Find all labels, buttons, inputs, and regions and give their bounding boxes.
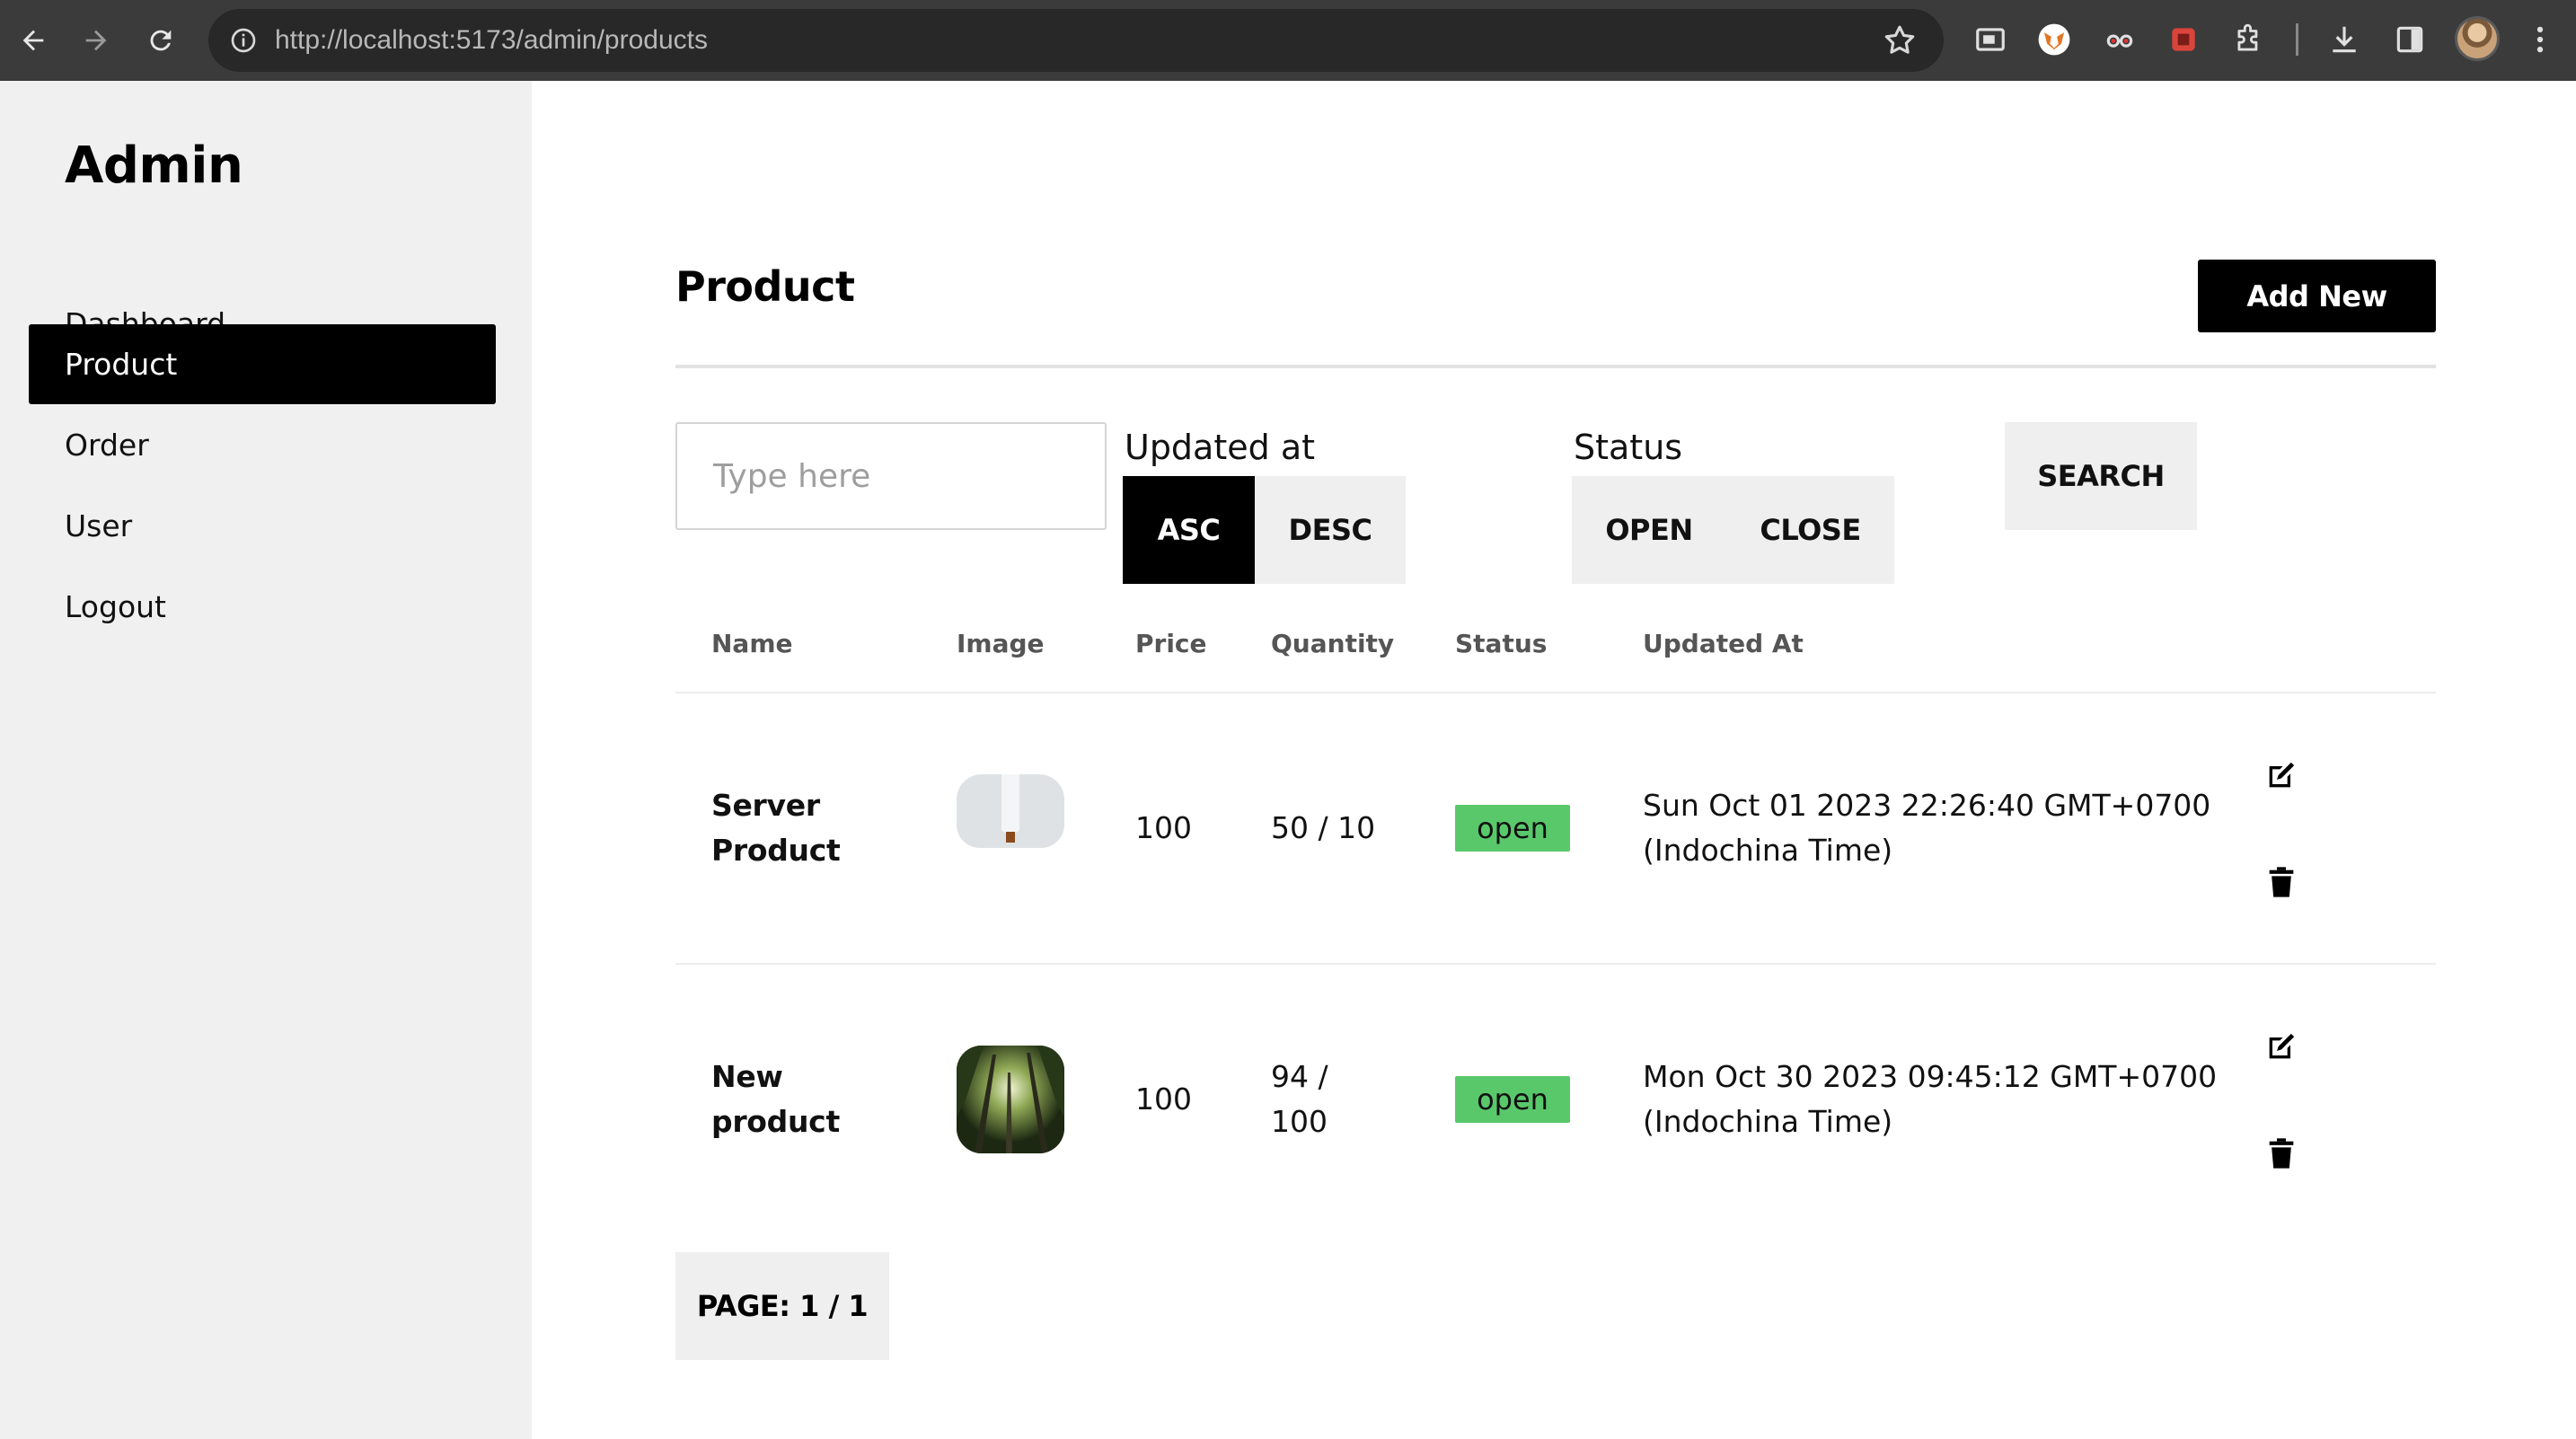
metamask-fox-icon[interactable] xyxy=(2033,18,2076,61)
picture-in-picture-icon[interactable] xyxy=(1969,18,2012,61)
product-name-line: New xyxy=(711,1059,783,1094)
product-updated-at: Sun Oct 01 2023 22:26:40 GMT+0700 (Indoc… xyxy=(1643,783,2210,873)
download-icon[interactable] xyxy=(2323,18,2366,61)
column-header-name: Name xyxy=(711,629,793,658)
updated-at-line: (Indochina Time) xyxy=(1643,1104,1893,1139)
row-divider xyxy=(675,963,2436,965)
side-panel-icon[interactable] xyxy=(2388,18,2431,61)
product-quantity-line: 94 / xyxy=(1271,1059,1328,1094)
sidebar-item-user[interactable]: User xyxy=(29,486,496,566)
status-toggle: OPEN CLOSE xyxy=(1572,476,1894,584)
product-photo xyxy=(957,1046,1064,1153)
trash-icon[interactable] xyxy=(2263,1135,2299,1171)
edit-icon[interactable] xyxy=(2263,757,2299,793)
back-button[interactable] xyxy=(7,14,59,66)
trash-icon[interactable] xyxy=(2263,864,2299,900)
sidebar-item-order[interactable]: Order xyxy=(29,405,496,485)
product-quantity-line: 100 xyxy=(1271,1104,1328,1139)
product-name: Server Product xyxy=(711,783,841,873)
column-header-status: Status xyxy=(1455,629,1548,658)
product-name: New product xyxy=(711,1055,840,1144)
red-extension-icon[interactable] xyxy=(2162,18,2205,61)
product-photo xyxy=(957,774,1064,882)
status-filter-label: Status xyxy=(1574,428,1683,467)
reload-icon xyxy=(150,30,172,51)
column-header-quantity: Quantity xyxy=(1271,629,1395,658)
status-close-button[interactable]: CLOSE xyxy=(1726,476,1894,584)
product-name-line: Product xyxy=(711,833,841,868)
column-header-updated-at: Updated At xyxy=(1643,629,1804,658)
product-price: 100 xyxy=(1135,1081,1192,1117)
sort-label: Updated at xyxy=(1125,428,1316,467)
profile-avatar[interactable] xyxy=(2455,16,2500,61)
sort-desc-button[interactable]: DESC xyxy=(1255,476,1406,584)
sidebar-item-label: User xyxy=(65,508,133,543)
sidebar-item-logout[interactable]: Logout xyxy=(29,567,496,647)
sort-toggle: ASC DESC xyxy=(1123,476,1406,584)
updated-at-line: (Indochina Time) xyxy=(1643,833,1893,868)
search-input[interactable] xyxy=(675,422,1107,530)
header-divider xyxy=(675,365,2436,368)
product-price: 100 xyxy=(1135,810,1192,845)
arrow-right-icon xyxy=(85,30,107,51)
updated-at-line: Sun Oct 01 2023 22:26:40 GMT+0700 xyxy=(1643,788,2211,823)
site-info-icon[interactable] xyxy=(225,22,262,59)
page-title: Product xyxy=(675,262,855,311)
extensions-puzzle-icon[interactable] xyxy=(2228,18,2271,61)
column-header-price: Price xyxy=(1135,629,1207,658)
browser-toolbar: http://localhost:5173/admin/products xyxy=(0,0,2576,81)
column-header-image: Image xyxy=(957,629,1045,658)
glasses-extension-icon[interactable] xyxy=(2098,18,2141,61)
updated-at-line: Mon Oct 30 2023 09:45:12 GMT+0700 xyxy=(1643,1059,2218,1094)
product-image xyxy=(957,774,1064,882)
table-header-divider xyxy=(675,692,2436,693)
product-name-line: product xyxy=(711,1104,840,1139)
sidebar-item-label: Logout xyxy=(65,589,166,624)
sidebar-item-label: Product xyxy=(65,347,178,382)
arrow-left-icon xyxy=(22,30,44,51)
status-badge: open xyxy=(1455,805,1570,852)
sidebar-item-label: Order xyxy=(65,428,149,463)
product-quantity-line: 50 / 10 xyxy=(1271,810,1376,845)
status-open-button[interactable]: OPEN xyxy=(1572,476,1726,584)
sidebar-item-product[interactable]: Product xyxy=(29,324,496,404)
toolbar-divider xyxy=(2296,23,2298,56)
search-button[interactable]: SEARCH xyxy=(2005,422,2197,530)
add-new-button[interactable]: Add New xyxy=(2198,260,2436,332)
forward-button[interactable] xyxy=(70,14,122,66)
pagination-indicator: PAGE: 1 / 1 xyxy=(675,1252,889,1360)
status-badge: open xyxy=(1455,1076,1570,1123)
sidebar: Admin Dashboard Product Order User Logou… xyxy=(0,81,532,1439)
product-name-line: Server xyxy=(711,788,820,823)
edit-icon[interactable] xyxy=(2263,1028,2299,1064)
url-text: http://localhost:5173/admin/products xyxy=(275,25,708,55)
sidebar-brand: Admin xyxy=(65,137,243,195)
product-updated-at: Mon Oct 30 2023 09:45:12 GMT+0700 (Indoc… xyxy=(1643,1055,2217,1144)
sort-asc-button[interactable]: ASC xyxy=(1123,476,1255,584)
product-quantity: 94 / 100 xyxy=(1271,1055,1328,1144)
reload-button[interactable] xyxy=(135,14,187,66)
address-bar[interactable]: http://localhost:5173/admin/products xyxy=(208,9,1944,72)
more-menu-icon[interactable] xyxy=(2519,18,2562,61)
product-quantity: 50 / 10 xyxy=(1271,806,1375,851)
product-image xyxy=(957,1046,1064,1153)
bookmark-star-icon[interactable] xyxy=(1881,22,1919,59)
